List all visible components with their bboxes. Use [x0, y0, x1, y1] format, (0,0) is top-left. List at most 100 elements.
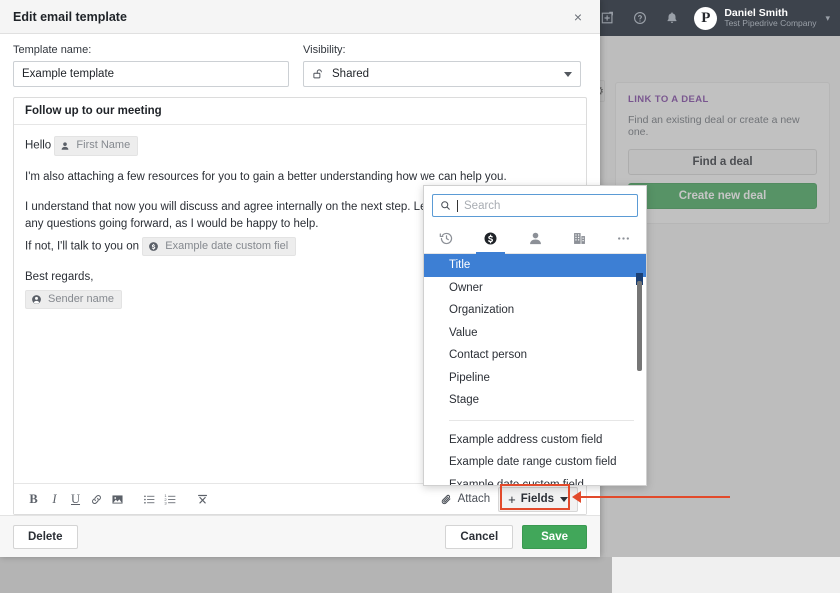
annotation-arrow-head [572, 491, 581, 503]
dropdown-tab-bar [424, 223, 646, 254]
chip-label: Sender name [48, 293, 114, 307]
list-item[interactable]: Pipeline [424, 367, 646, 390]
visibility-value: Shared [332, 68, 556, 80]
email-subject-line[interactable]: Follow up to our meeting [14, 98, 586, 125]
greeting-prefix: Hello [25, 139, 51, 151]
add-icon [601, 11, 615, 25]
chip-label: First Name [76, 139, 130, 153]
list-item[interactable]: Organization [424, 299, 646, 322]
attach-label: Attach [458, 493, 491, 505]
visibility-group: Visibility: Shared [303, 44, 581, 87]
modal-header: Edit email template × [0, 0, 600, 34]
list-item[interactable]: Contact person [424, 344, 646, 367]
numbered-list-button[interactable]: 1 2 3 [160, 489, 181, 510]
deal-dollar-icon [148, 241, 159, 252]
attach-button[interactable]: Attach [432, 490, 499, 509]
tab-organization[interactable] [557, 223, 601, 253]
tab-deals[interactable] [468, 223, 512, 253]
notifications-button[interactable] [656, 0, 688, 36]
person-icon [528, 231, 543, 246]
top-fields-row: Template name: Example template Visibili… [13, 44, 587, 87]
list-item[interactable]: Title [424, 254, 646, 277]
modal-footer: Delete Cancel Save [0, 515, 600, 557]
link-icon [90, 493, 103, 506]
visibility-label: Visibility: [303, 44, 581, 56]
list-item[interactable]: Stage [424, 389, 646, 412]
tab-history[interactable] [424, 223, 468, 253]
paperclip-icon [440, 493, 453, 506]
plus-icon: + [508, 492, 516, 507]
help-icon [633, 11, 647, 25]
chip-label: Example date custom fiel [165, 240, 288, 254]
notifications-bell-icon [665, 11, 679, 25]
bullet-list-button[interactable] [139, 489, 160, 510]
scrollbar-track[interactable] [639, 255, 644, 485]
fields-list-custom: Example address custom fieldExample date… [424, 429, 646, 486]
cancel-button[interactable]: Cancel [445, 525, 513, 549]
list-item[interactable]: Example address custom field [424, 429, 646, 452]
list-item[interactable]: Owner [424, 277, 646, 300]
page-title: Edit email template [13, 10, 568, 24]
bold-button[interactable]: B [23, 489, 44, 510]
delete-button[interactable]: Delete [13, 525, 78, 549]
template-name-input[interactable]: Example template [13, 61, 289, 87]
footer-right-group: Cancel Save [445, 525, 587, 549]
link-to-deal-subtitle: Find an existing deal or create a new on… [628, 114, 817, 138]
template-name-group: Template name: Example template [13, 44, 289, 87]
toolbar-right-group: Attach + Fields [432, 487, 578, 512]
tab-more[interactable] [602, 223, 646, 253]
dropdown-search-wrap: Search [424, 186, 646, 217]
list-item[interactable]: Example date custom field [424, 474, 646, 486]
image-icon [111, 493, 124, 506]
close-icon[interactable]: × [568, 7, 588, 27]
svg-text:3: 3 [164, 500, 167, 505]
deal-dollar-icon [483, 231, 498, 246]
paragraph-3-prefix: If not, I'll talk to you on [25, 240, 139, 252]
body-paragraph-1: I'm also attaching a few resources for y… [25, 169, 575, 186]
spacer [25, 156, 575, 169]
link-to-deal-title: LINK TO A DEAL [628, 94, 817, 105]
list-item[interactable]: Example date range custom field [424, 451, 646, 474]
sender-name-field-chip[interactable]: Sender name [25, 290, 122, 310]
unlock-icon [312, 68, 324, 80]
date-custom-field-chip[interactable]: Example date custom fiel [142, 237, 296, 257]
user-text-block: Daniel Smith Test Pipedrive Company [724, 7, 816, 29]
fields-button[interactable]: + Fields [498, 487, 578, 512]
clear-formatting-button[interactable] [192, 489, 213, 510]
scrollbar-thumb[interactable] [637, 281, 642, 371]
editor-toolbar: B I U [14, 483, 586, 514]
link-button[interactable] [86, 489, 107, 510]
visibility-select[interactable]: Shared [303, 61, 581, 87]
organization-building-icon [572, 231, 587, 246]
image-button[interactable] [107, 489, 128, 510]
person-icon [60, 141, 70, 151]
search-placeholder: Search [464, 200, 500, 212]
create-new-deal-button[interactable]: Create new deal [628, 183, 817, 209]
list-item[interactable]: Value [424, 322, 646, 345]
bullet-list-icon [143, 493, 156, 506]
underline-button[interactable]: U [65, 489, 86, 510]
search-input[interactable]: Search [432, 194, 638, 217]
tab-person[interactable] [513, 223, 557, 253]
search-icon [440, 200, 451, 211]
clear-formatting-icon [196, 492, 210, 506]
history-icon [439, 231, 454, 246]
list-divider [449, 420, 634, 421]
help-button[interactable] [624, 0, 656, 36]
first-name-field-chip[interactable]: First Name [54, 136, 138, 156]
fields-dropdown-panel: Search [423, 185, 647, 486]
chevron-down-icon [564, 72, 572, 77]
italic-button[interactable]: I [44, 489, 65, 510]
save-button[interactable]: Save [522, 525, 587, 549]
find-a-deal-button[interactable]: Find a deal [628, 149, 817, 175]
link-to-deal-card: LINK TO A DEAL Find an existing deal or … [615, 82, 830, 224]
chevron-down-icon: ▾ [825, 13, 830, 24]
topbar-icon-group: P Daniel Smith Test Pipedrive Company ▾ [592, 0, 840, 36]
user-menu[interactable]: P Daniel Smith Test Pipedrive Company ▾ [688, 0, 834, 36]
text-cursor [457, 200, 458, 212]
fields-list-primary: TitleOwnerOrganizationValueContact perso… [424, 254, 646, 412]
greeting-line: Hello First Name [25, 136, 575, 156]
numbered-list-icon: 1 2 3 [164, 493, 177, 506]
user-company: Test Pipedrive Company [724, 19, 816, 29]
fields-list[interactable]: TitleOwnerOrganizationValueContact perso… [424, 254, 646, 485]
